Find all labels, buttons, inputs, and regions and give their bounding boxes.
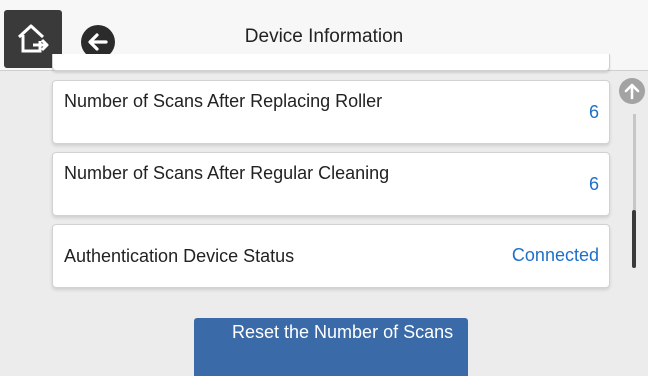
- list-item-scans-after-replacing-roller[interactable]: Number of Scans After Replacing Roller 6: [52, 80, 610, 144]
- reset-scans-button[interactable]: Reset the Number of Scans: [194, 318, 468, 376]
- list-item-authentication-device-status[interactable]: Authentication Device Status Connected: [52, 224, 610, 288]
- list-item-value: 6: [588, 102, 599, 122]
- list-item-value: 6: [588, 174, 599, 194]
- scroll-up-button[interactable]: [619, 78, 645, 104]
- list-item-scans-after-regular-cleaning[interactable]: Number of Scans After Regular Cleaning 6: [52, 152, 610, 216]
- list-item-label: Number of Scans After Regular Cleaning: [64, 163, 390, 183]
- arrow-up-icon: [624, 83, 640, 100]
- list-item-label: Number of Scans After Replacing Roller: [64, 91, 383, 111]
- list-item-value: Connected: [511, 245, 599, 265]
- scrollbar-thumb[interactable]: [632, 210, 636, 268]
- list-item-partial[interactable]: [52, 54, 610, 71]
- list-item-label: Authentication Device Status: [64, 246, 295, 266]
